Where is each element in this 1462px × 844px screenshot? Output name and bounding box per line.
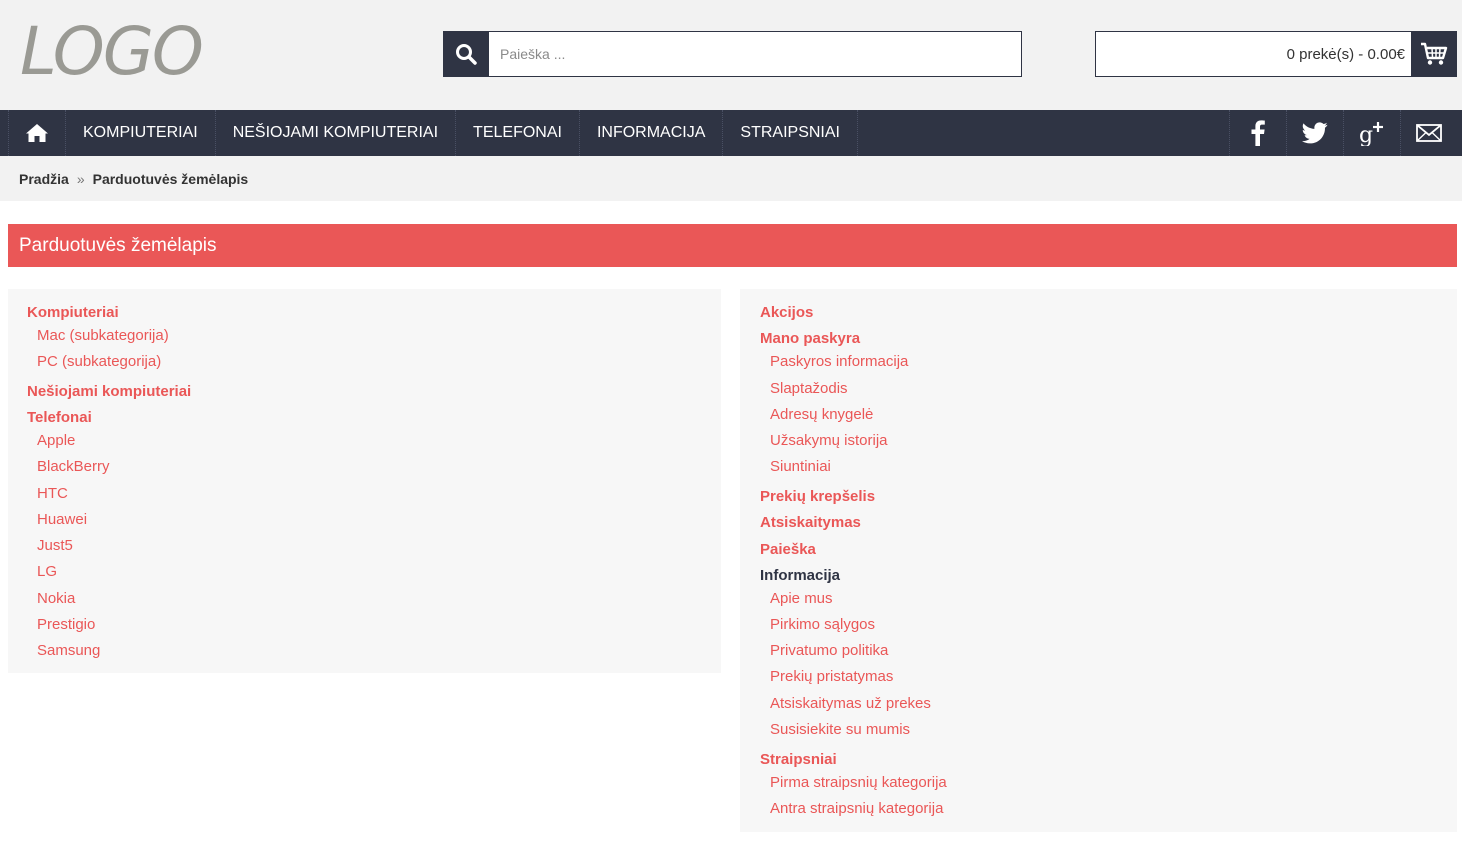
sitemap-category-krepselis[interactable]: Prekių krepšelis xyxy=(760,488,875,505)
sitemap-link[interactable]: Adresų knygelė xyxy=(770,406,873,423)
sitemap-link[interactable]: PC (subkategorija) xyxy=(37,353,161,370)
sitemap-link[interactable]: Nokia xyxy=(37,590,75,607)
sitemap-category-atsiskaitymas[interactable]: Atsiskaitymas xyxy=(760,514,861,531)
sitemap-category-mano-paskyra[interactable]: Mano paskyra xyxy=(760,330,860,347)
sitemap-link[interactable]: Samsung xyxy=(37,642,100,659)
sitemap-link[interactable]: Antra straipsnių kategorija xyxy=(770,800,943,817)
nav-item-nesiojami[interactable]: NEŠIOJAMI KOMPIUTERIAI xyxy=(216,110,457,156)
nav-item-kompiuteriai[interactable]: KOMPIUTERIAI xyxy=(66,110,216,156)
cart-summary: 0 prekė(s) - 0.00€ xyxy=(1286,45,1405,63)
sitemap-category-telefonai[interactable]: Telefonai xyxy=(27,409,92,426)
sitemap-link[interactable]: Siuntiniai xyxy=(770,458,831,475)
main-nav: KOMPIUTERIAI NEŠIOJAMI KOMPIUTERIAI TELE… xyxy=(0,110,1462,156)
sitemap-link[interactable]: LG xyxy=(37,563,57,580)
facebook-link[interactable] xyxy=(1229,110,1286,156)
twitter-link[interactable] xyxy=(1286,110,1343,156)
sitemap-link[interactable]: BlackBerry xyxy=(37,458,110,475)
breadcrumb-current[interactable]: Parduotuvės žemėlapis xyxy=(93,171,249,187)
sitemap-link[interactable]: Pirkimo sąlygos xyxy=(770,616,875,633)
sitemap-link[interactable]: Prekių pristatymas xyxy=(770,668,893,685)
email-link[interactable] xyxy=(1400,110,1457,156)
sitemap-link[interactable]: Slaptažodis xyxy=(770,380,848,397)
search-input[interactable] xyxy=(489,31,1022,77)
sitemap-right-panel: Akcijos Mano paskyra Paskyros informacij… xyxy=(740,289,1457,832)
sitemap-link[interactable]: Mac (subkategorija) xyxy=(37,327,169,344)
sitemap-link[interactable]: Pirma straipsnių kategorija xyxy=(770,774,947,791)
home-button[interactable] xyxy=(8,110,66,156)
logo[interactable]: LOGO xyxy=(20,14,216,84)
breadcrumb: Pradžia » Parduotuvės žemėlapis xyxy=(0,156,1462,201)
home-icon xyxy=(26,124,48,142)
cart-icon xyxy=(1411,32,1456,76)
sitemap-link[interactable]: Užsakymų istorija xyxy=(770,432,888,449)
nav-item-straipsniai[interactable]: STRAIPSNIAI xyxy=(723,110,858,156)
sitemap-category-akcijos[interactable]: Akcijos xyxy=(760,304,813,321)
svg-text:LOGO: LOGO xyxy=(20,14,202,84)
sitemap-category-paieska[interactable]: Paieška xyxy=(760,541,816,558)
sitemap-link[interactable]: Paskyros informacija xyxy=(770,353,908,370)
sitemap-link[interactable]: Apple xyxy=(37,432,75,449)
search-button[interactable] xyxy=(443,31,489,77)
facebook-icon xyxy=(1251,120,1265,146)
sitemap-link[interactable]: Prestigio xyxy=(37,616,95,633)
google-plus-link[interactable]: g xyxy=(1343,110,1400,156)
sitemap-category-nesiojami[interactable]: Nešiojami kompiuteriai xyxy=(27,383,191,400)
search-bar xyxy=(443,31,1022,77)
nav-item-informacija[interactable]: INFORMACIJA xyxy=(580,110,724,156)
logo-image: LOGO xyxy=(20,14,204,84)
email-icon xyxy=(1416,124,1442,142)
sitemap-link[interactable]: Apie mus xyxy=(770,590,833,607)
sitemap-link[interactable]: Susisiekite su mumis xyxy=(770,721,910,738)
sitemap-link[interactable]: Huawei xyxy=(37,511,87,528)
social-links: g xyxy=(1229,110,1457,156)
sitemap-category-kompiuteriai[interactable]: Kompiuteriai xyxy=(27,304,119,321)
header: LOGO 0 prekė(s) - 0.00€ xyxy=(0,0,1462,110)
page-title: Parduotuvės žemėlapis xyxy=(8,224,1457,267)
sitemap-link[interactable]: Just5 xyxy=(37,537,73,554)
sitemap-link[interactable]: Privatumo politika xyxy=(770,642,888,659)
sitemap-category-informacija: Informacija xyxy=(760,567,841,584)
svg-text:g: g xyxy=(1359,123,1373,146)
sitemap-link[interactable]: Atsiskaitymas už prekes xyxy=(770,695,931,712)
twitter-icon xyxy=(1302,122,1328,144)
sitemap-category-straipsniai[interactable]: Straipsniai xyxy=(760,751,837,768)
cart-button[interactable]: 0 prekė(s) - 0.00€ xyxy=(1095,31,1457,77)
sitemap-left-panel: Kompiuteriai Mac (subkategorija) PC (sub… xyxy=(8,289,721,673)
google-plus-icon: g xyxy=(1359,122,1383,146)
breadcrumb-separator: » xyxy=(76,170,85,187)
sitemap-link[interactable]: HTC xyxy=(37,485,68,502)
breadcrumb-home[interactable]: Pradžia xyxy=(19,171,69,187)
search-icon xyxy=(456,44,477,65)
nav-item-telefonai[interactable]: TELEFONAI xyxy=(456,110,580,156)
